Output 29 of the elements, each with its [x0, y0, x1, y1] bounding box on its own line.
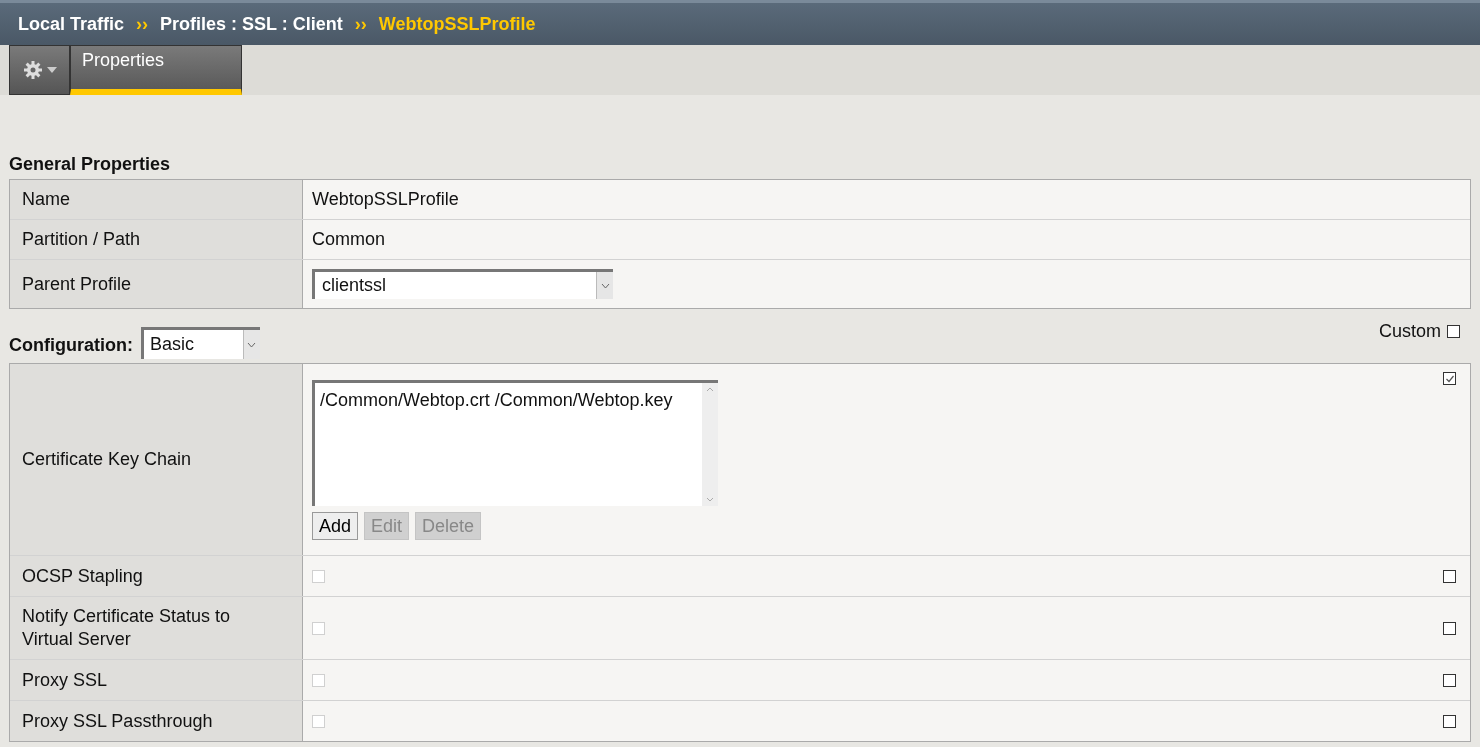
listbox-item[interactable]: /Common/Webtop.crt /Common/Webtop.key: [320, 386, 702, 414]
section-title: General Properties: [9, 153, 172, 176]
property-label: Proxy SSL Passthrough: [10, 701, 303, 741]
chain-button[interactable]: Add: [312, 511, 359, 540]
breadcrumb-separator: ››: [136, 12, 149, 36]
breadcrumb-link[interactable]: Profiles : SSL : Client: [160, 10, 343, 38]
certificate-listbox[interactable]: /Common/Webtop.crt /Common/Webtop.key: [312, 379, 718, 506]
property-label: Proxy SSL: [10, 660, 303, 700]
configuration-dropdown[interactable]: Basic: [141, 327, 260, 359]
settings-menu-button[interactable]: [9, 45, 70, 95]
property-value: Common: [312, 228, 386, 251]
property-label: Name: [10, 180, 303, 219]
property-label: Parent Profile: [10, 260, 303, 308]
parent-profile-dropdown[interactable]: clientssl: [312, 269, 613, 299]
breadcrumb-current: WebtopSSLProfile: [378, 12, 536, 36]
breadcrumb-link[interactable]: Local Traffic: [18, 10, 125, 38]
property-value: WebtopSSLProfile: [312, 188, 459, 211]
property-label: Notify Certificate Status to Virtual Server: [10, 597, 303, 659]
property-label: OCSP Stapling: [10, 556, 303, 596]
custom-override-checkbox[interactable]: [1443, 372, 1456, 385]
custom-label: Custom: [1379, 320, 1441, 343]
property-label: Partition / Path: [10, 220, 303, 259]
caret-icon: [46, 67, 57, 73]
configuration-label: Configuration:: [9, 334, 133, 357]
property-label: Certificate Key Chain: [10, 364, 303, 555]
breadcrumb-separator: ››: [354, 12, 367, 36]
tab[interactable]: Properties: [70, 45, 242, 95]
custom-checkbox[interactable]: [1447, 325, 1460, 338]
gear-icon: [22, 60, 43, 80]
